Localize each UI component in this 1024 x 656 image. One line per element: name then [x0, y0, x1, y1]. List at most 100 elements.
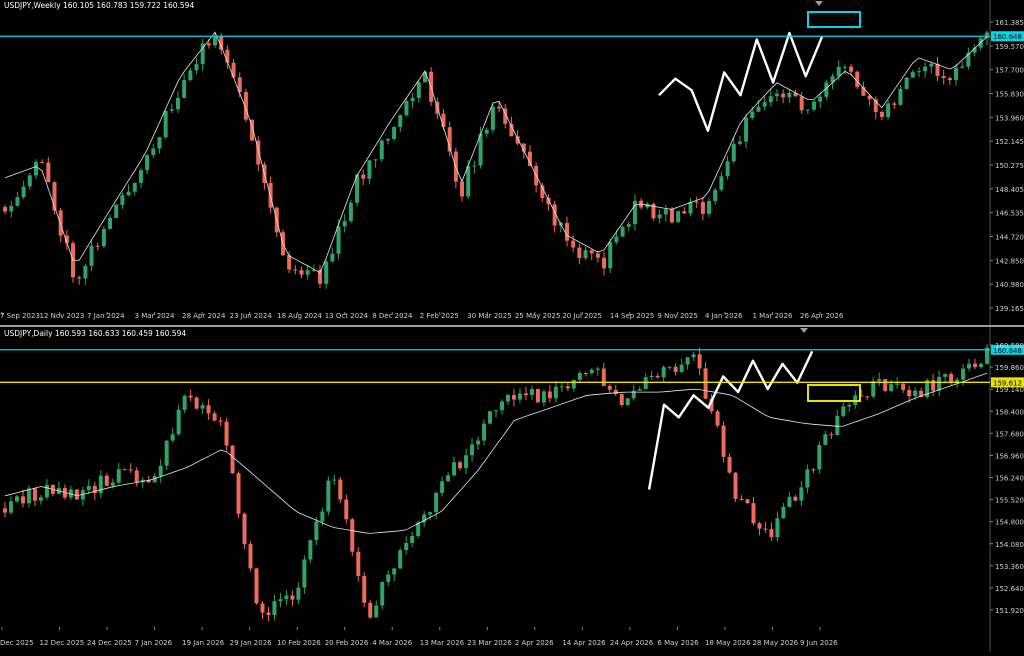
y-tick-label: 159.570 [995, 43, 1024, 51]
x-tick-label: 24 Dec 2025 [87, 639, 132, 647]
candle-body [460, 181, 465, 197]
candle-body [134, 470, 139, 483]
y-tick-label: 150.275 [995, 162, 1024, 170]
candle-body [937, 376, 942, 391]
candle-body [120, 195, 125, 205]
candle-body [889, 384, 894, 391]
candle-body [27, 175, 32, 187]
candle-body [505, 395, 510, 402]
candle-body [308, 540, 313, 560]
candle-body [182, 80, 187, 99]
candle-body [194, 397, 199, 409]
candle-body [817, 444, 822, 470]
candle-body [260, 603, 265, 613]
y-tick-label: 144.720 [995, 234, 1024, 242]
y-tick-label: 159.860 [995, 364, 1024, 372]
candle-body [916, 71, 921, 73]
candle-body [114, 204, 119, 218]
candle-body [700, 202, 705, 214]
candle-body [490, 106, 495, 130]
candle-body [342, 221, 347, 227]
candle-body [781, 506, 786, 519]
candle-body [410, 97, 415, 102]
candle-body [613, 389, 618, 395]
candle-body [661, 367, 666, 378]
candle-body [482, 423, 487, 441]
weekly-header: USDJPY,Weekly 160.105 160.783 159.722 16… [4, 1, 195, 10]
candle-body [961, 368, 966, 380]
candle-body [188, 395, 193, 398]
candle-body [637, 389, 642, 391]
candle-body [151, 148, 156, 156]
x-tick-label: 23 Mar 2026 [467, 639, 512, 647]
y-tick-label: 159.140 [995, 386, 1024, 394]
candle-body [194, 64, 199, 71]
candle-body [517, 393, 522, 400]
x-tick-label: 4 Mar 2026 [372, 639, 412, 647]
x-tick-label: 28 Apr 2024 [182, 312, 226, 320]
weekly-pane[interactable]: 160.648 161.385 159.570 157.700 155.830 153.9… [0, 0, 1024, 325]
x-tick-label: 18 May 2026 [705, 639, 751, 647]
x-tick-label: 7 Jan 2026 [135, 639, 173, 647]
candle-body [865, 396, 870, 398]
candle-body [176, 409, 181, 435]
candle-body [960, 66, 965, 68]
candle-body [361, 174, 366, 179]
candle-body [751, 503, 756, 524]
candle-body [744, 117, 749, 142]
candle-body [132, 182, 137, 192]
x-tick-label: 24 Apr 2026 [610, 639, 654, 647]
x-tick-label: 25 May 2025 [515, 312, 561, 320]
candle-body [737, 141, 742, 144]
x-tick-label: 12 Nov 2023 [40, 312, 85, 320]
candle-body [787, 496, 792, 507]
daily-chart: 160.648159.612160.580159.860159.140158.4… [0, 327, 1024, 652]
candle-body [811, 469, 816, 471]
candle-body [324, 261, 329, 284]
candle-body [200, 405, 205, 409]
candle-body [649, 375, 654, 378]
candle-body [667, 366, 672, 368]
y-tick-label: 155.520 [995, 497, 1024, 505]
candle-body [577, 247, 582, 259]
candle-body [416, 82, 421, 98]
candle-body [116, 469, 121, 483]
candle-body [145, 155, 150, 171]
candle-body [290, 595, 295, 600]
candle-body [835, 415, 840, 435]
candle-body [21, 186, 26, 198]
candle-body [553, 386, 558, 399]
candle-body [108, 217, 113, 229]
daily-pane[interactable]: 160.648 159.612 160.580 159.860 159.140 158.4… [0, 327, 1024, 652]
candle-body [348, 202, 353, 222]
candle-body [14, 496, 19, 502]
candle-body [559, 386, 564, 388]
candle-body [883, 379, 888, 391]
candle-body [272, 601, 277, 616]
candle-body [213, 36, 218, 46]
x-tick-label: 1 Mar 2026 [752, 312, 792, 320]
candle-body [799, 96, 804, 111]
price-label-cyan: 160.648 [993, 33, 1022, 41]
candle-body [541, 391, 546, 403]
candle-body [314, 521, 319, 541]
candle-body [669, 209, 674, 223]
candle-body [973, 363, 978, 368]
candle-body [595, 368, 600, 370]
candle-body [727, 456, 732, 473]
candle-body [769, 529, 774, 538]
candle-body [663, 209, 668, 215]
candle-body [428, 512, 433, 515]
candle-body [446, 475, 451, 482]
weekly-chart: 160.648 161.385 159.570 157.700 155.830 153.9… [0, 0, 1024, 325]
candle-body [33, 162, 38, 176]
y-tick-label: 153.960 [995, 114, 1024, 122]
y-tick-label: 140.980 [995, 281, 1024, 289]
candle-body [775, 518, 780, 538]
x-tick-label: 14 Apr 2026 [562, 639, 606, 647]
x-tick-label: 2 Feb 2025 [420, 312, 459, 320]
candle-body [954, 67, 959, 81]
x-tick-label: 10 Feb 2026 [277, 639, 321, 647]
candle-body [410, 536, 415, 543]
candle-body [40, 162, 45, 164]
